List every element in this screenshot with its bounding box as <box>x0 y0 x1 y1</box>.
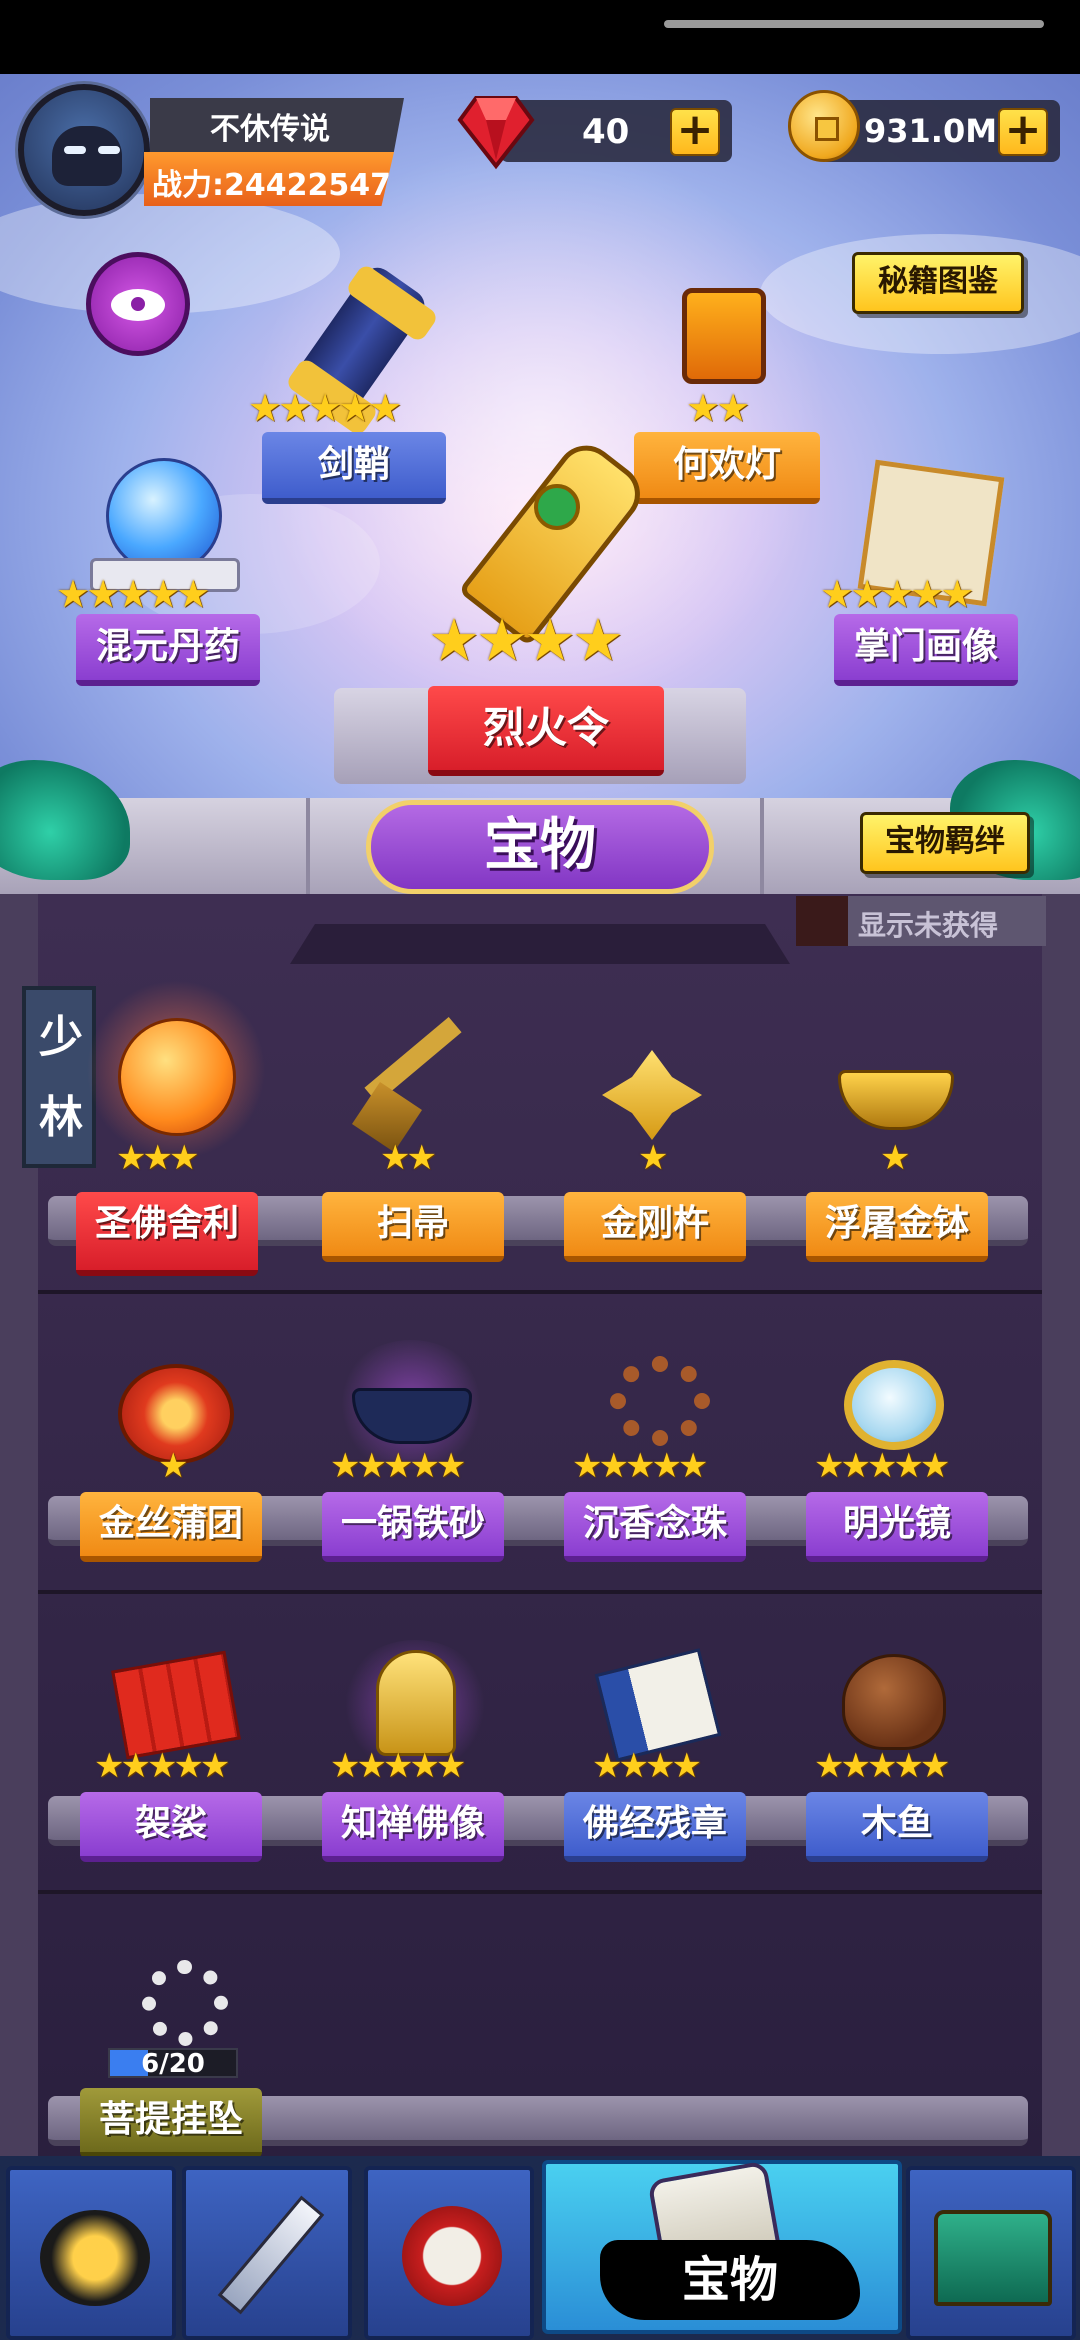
sect-tag[interactable]: 少林 <box>22 986 96 1168</box>
show-unobtained-label: 显示未获得 <box>858 909 999 942</box>
item-prayer-beads[interactable]: 沉香念珠 <box>564 1492 746 1562</box>
nav-equipment[interactable] <box>182 2166 352 2340</box>
item-buddha-statue[interactable]: 知禅佛像 <box>322 1792 504 1862</box>
row-divider <box>38 1890 1042 1894</box>
gold-coin-icon <box>788 90 860 162</box>
slot-label-fire-token[interactable]: 烈火令 <box>428 686 664 776</box>
row-divider <box>38 1290 1042 1294</box>
panel-header-decoration <box>290 924 790 964</box>
portrait-stars: ★★★★★ <box>820 572 974 616</box>
relic-icon[interactable] <box>118 1018 236 1136</box>
player-name: 不休传说 <box>210 112 330 147</box>
mirror-icon[interactable] <box>844 1360 944 1450</box>
show-unobtained-toggle[interactable]: 显示未获得 <box>796 896 1046 946</box>
buddha-statue-stars: ★★★★★ <box>330 1746 466 1786</box>
item-mirror[interactable]: 明光镜 <box>806 1492 988 1562</box>
avatar-eye <box>98 146 120 154</box>
wooden-fish-stars: ★★★★★ <box>814 1746 950 1786</box>
slot-label-orb[interactable]: 混元丹药 <box>76 614 260 686</box>
sutra-stars: ★★★★ <box>592 1746 702 1786</box>
prayer-beads-icon[interactable] <box>610 1356 710 1446</box>
item-iron-wok[interactable]: 一锅铁砂 <box>322 1492 504 1562</box>
item-vajra[interactable]: 金刚杵 <box>564 1192 746 1262</box>
player-avatar[interactable] <box>18 84 150 216</box>
broom-stars: ★★ <box>380 1138 437 1178</box>
mirror-stars: ★★★★★ <box>814 1446 950 1486</box>
view-eye-button[interactable] <box>86 252 190 356</box>
hero-icon <box>40 2210 150 2306</box>
relic-stars: ★★★ <box>116 1138 199 1178</box>
ruby-icon <box>457 96 535 170</box>
vajra-stars: ★ <box>638 1138 669 1178</box>
status-bar <box>0 0 1080 74</box>
lantern-icon[interactable] <box>666 270 786 390</box>
tab-treasure[interactable]: 宝物 <box>366 800 714 894</box>
buddha-statue-icon[interactable] <box>376 1650 456 1756</box>
nav-gate[interactable] <box>906 2166 1076 2340</box>
avatar-face <box>52 126 122 186</box>
golden-bowl-stars: ★ <box>880 1138 911 1178</box>
bodhi-pendant-icon[interactable] <box>142 1960 228 2046</box>
prayer-beads-stars: ★★★★★ <box>572 1446 708 1486</box>
row-divider <box>38 1590 1042 1594</box>
item-kasaya[interactable]: 袈裟 <box>80 1792 262 1862</box>
treasure-bond-button[interactable]: 宝物羁绊 <box>860 812 1030 874</box>
slot-label-portrait[interactable]: 掌门画像 <box>834 614 1018 686</box>
slot-label-scabbard[interactable]: 剑鞘 <box>262 432 446 504</box>
item-bodhi-pendant[interactable]: 菩提挂坠 <box>80 2088 262 2158</box>
orb-stars: ★★★★★ <box>56 572 210 616</box>
item-relic[interactable]: 圣佛舍利 <box>76 1192 258 1276</box>
home-indicator <box>664 20 1044 28</box>
eye-pupil <box>127 293 149 315</box>
wooden-fish-icon[interactable] <box>842 1654 946 1750</box>
gate-icon <box>934 2210 1052 2306</box>
nav-treasure-label: 宝物 <box>600 2240 860 2320</box>
gold-value: 931.0M <box>864 112 998 150</box>
checkbox[interactable] <box>796 896 848 946</box>
player-name-plate: 不休传说 <box>150 98 404 152</box>
progress-text: 6/20 <box>141 2049 205 2079</box>
bodhi-pendant-progress: 6/20 <box>108 2048 238 2079</box>
item-cushion[interactable]: 金丝蒲团 <box>80 1492 262 1562</box>
codex-button[interactable]: 秘籍图鉴 <box>852 252 1024 314</box>
lantern-stars: ★★ <box>686 386 750 430</box>
player-power: 战力:24422547 <box>152 168 391 203</box>
slot-label-lantern[interactable]: 何欢灯 <box>634 432 820 504</box>
power-plate: 战力:24422547 <box>144 152 394 206</box>
item-golden-bowl[interactable]: 浮屠金钵 <box>806 1192 988 1262</box>
add-gems-button[interactable]: + <box>670 108 720 156</box>
sword-icon <box>217 2195 325 2315</box>
cushion-stars: ★ <box>158 1446 189 1486</box>
kasaya-stars: ★★★★★ <box>94 1746 230 1786</box>
fire-token-stars: ★★★★ <box>428 606 624 674</box>
item-wooden-fish[interactable]: 木鱼 <box>806 1792 988 1862</box>
nav-martial[interactable] <box>364 2166 534 2340</box>
nav-hero[interactable] <box>6 2166 176 2340</box>
iron-wok-stars: ★★★★★ <box>330 1446 466 1486</box>
item-sutra[interactable]: 佛经残章 <box>564 1792 746 1862</box>
sect-tag-label: 少林 <box>39 1012 83 1143</box>
item-broom[interactable]: 扫帚 <box>322 1192 504 1262</box>
add-gold-button[interactable]: + <box>998 108 1048 156</box>
avatar-eye <box>64 146 86 154</box>
gem-value: 40 <box>582 112 630 152</box>
drum-icon <box>402 2206 502 2306</box>
scabbard-stars: ★★★★★ <box>248 386 402 430</box>
